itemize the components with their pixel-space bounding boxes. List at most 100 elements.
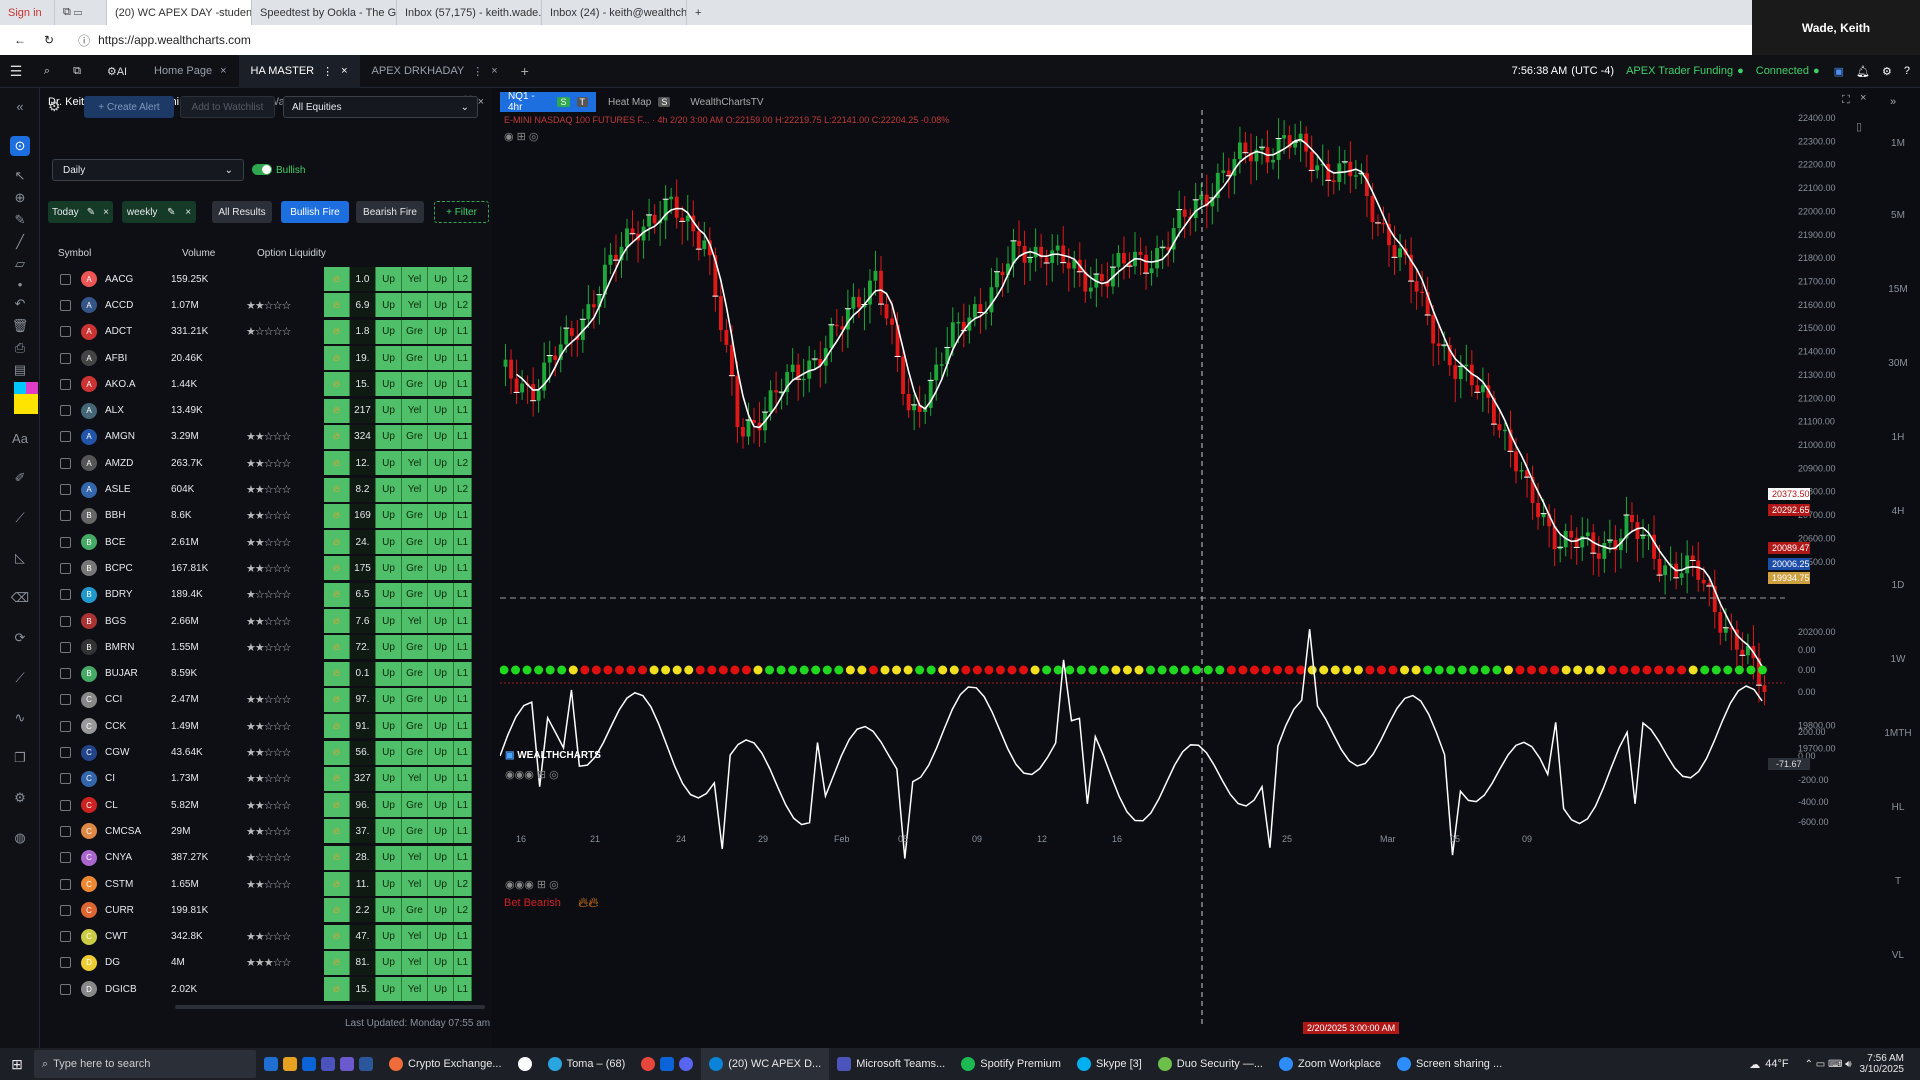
table-row[interactable]: C CSTM 1.65M ★★☆☆☆ 🔥︎ 11. Up Yel Up L2 bbox=[40, 871, 492, 897]
eraser-icon[interactable]: ⌫ bbox=[10, 588, 30, 608]
row-checkbox[interactable] bbox=[60, 931, 71, 943]
symbol-cell[interactable]: CL bbox=[97, 800, 171, 811]
account-name[interactable]: APEX Trader Funding bbox=[1626, 65, 1733, 77]
row-checkbox[interactable] bbox=[60, 747, 71, 759]
table-row[interactable]: B BCE 2.61M ★★☆☆☆ 🔥︎ 24. Up Gre Up L1 bbox=[40, 529, 492, 555]
reload-icon[interactable]: ↻ bbox=[44, 33, 54, 47]
symbol-cell[interactable]: CNYA bbox=[97, 852, 171, 863]
create-alert-button[interactable]: + Create Alert bbox=[84, 96, 174, 118]
panel-icon[interactable]: ▯ bbox=[1856, 120, 1862, 133]
browser-tool-icons[interactable]: ⧉ ▭ bbox=[55, 0, 107, 25]
color-swatch-cyan[interactable] bbox=[14, 382, 26, 394]
row-checkbox[interactable] bbox=[60, 694, 71, 706]
row-checkbox[interactable] bbox=[60, 510, 71, 522]
tab-apex-drkhaday[interactable]: APEX DRKHADAY ⋮ × bbox=[360, 55, 510, 88]
row-checkbox[interactable] bbox=[60, 299, 71, 311]
all-results-button[interactable]: All Results bbox=[212, 201, 272, 223]
symbol-cell[interactable]: BMRN bbox=[97, 642, 171, 653]
symbol-cell[interactable]: AMGN bbox=[97, 431, 171, 442]
row-checkbox[interactable] bbox=[60, 536, 71, 548]
symbol-cell[interactable]: ALX bbox=[97, 405, 171, 416]
settings-icon[interactable]: ⚙ bbox=[10, 788, 30, 808]
add-filter-button[interactable]: + Filter bbox=[434, 201, 489, 223]
row-checkbox[interactable] bbox=[60, 273, 71, 285]
trash-icon[interactable]: 🗑︎ bbox=[10, 316, 30, 336]
location-pin-icon[interactable]: ⊙ bbox=[10, 136, 30, 156]
brush-icon[interactable]: ✐ bbox=[10, 468, 30, 488]
symbol-cell[interactable]: CCK bbox=[97, 721, 171, 732]
chart-line-icon[interactable]: ⟋ bbox=[10, 668, 30, 688]
symbol-cell[interactable]: BBH bbox=[97, 510, 171, 521]
symbol-cell[interactable]: DGICB bbox=[97, 984, 171, 995]
line-icon[interactable]: ╱ bbox=[10, 232, 30, 252]
column-header-volume[interactable]: Volume bbox=[182, 248, 215, 259]
symbol-cell[interactable]: AKO.A bbox=[97, 379, 171, 390]
add-to-watchlist-button[interactable]: Add to Watchlist bbox=[180, 96, 275, 118]
table-row[interactable]: B BMRN 1.55M ★★☆☆☆ 🔥︎ 72. Up Gre Up L1 bbox=[40, 634, 492, 660]
taskbar-app-screen-sharing[interactable]: Screen sharing ... bbox=[1389, 1048, 1510, 1080]
table-row[interactable]: C CMCSA 29M ★★☆☆☆ 🔥︎ 37. Up Gre Up L1 bbox=[40, 818, 492, 844]
close-icon[interactable]: × bbox=[185, 207, 191, 218]
row-checkbox[interactable] bbox=[60, 641, 71, 653]
layers-icon[interactable]: ❐ bbox=[10, 748, 30, 768]
row-checkbox[interactable] bbox=[60, 615, 71, 627]
ruler-icon[interactable]: ▱ bbox=[10, 254, 30, 274]
table-row[interactable]: A AACG 159.25K 🔥︎ 1.0 Up Yel Up L2 bbox=[40, 266, 492, 292]
close-icon[interactable]: × bbox=[341, 65, 347, 77]
timeframe-hl[interactable]: HL bbox=[1878, 802, 1918, 813]
add-tab-icon[interactable]: + bbox=[510, 63, 540, 79]
gear-icon[interactable]: ⚙ bbox=[1882, 65, 1892, 78]
symbol-cell[interactable]: AACG bbox=[97, 274, 171, 285]
scanner-gear-icon[interactable]: ⚙ bbox=[48, 98, 61, 115]
table-row[interactable]: C CGW 43.64K ★★☆☆☆ 🔥︎ 56. Up Gre Up L1 bbox=[40, 739, 492, 765]
taskbar-pinned-icons[interactable] bbox=[256, 1048, 381, 1080]
table-row[interactable]: C CCK 1.49M ★★☆☆☆ 🔥︎ 91. Up Gre Up L1 bbox=[40, 713, 492, 739]
close-icon[interactable]: × bbox=[103, 207, 109, 218]
table-row[interactable]: A ASLE 604K ★★☆☆☆ 🔥︎ 8.2 Up Yel Up L2 bbox=[40, 476, 492, 502]
row-checkbox[interactable] bbox=[60, 773, 71, 785]
symbol-cell[interactable]: AFBI bbox=[97, 353, 171, 364]
taskbar-app-apex[interactable]: (20) WC APEX D... bbox=[701, 1048, 830, 1080]
filter-chip-today[interactable]: Today ✎ × bbox=[48, 201, 113, 223]
row-checkbox[interactable] bbox=[60, 562, 71, 574]
table-row[interactable]: C CWT 342.8K ★★☆☆☆ 🔥︎ 47. Up Yel Up L1 bbox=[40, 924, 492, 950]
timeframe-1mth[interactable]: 1MTH bbox=[1878, 728, 1918, 739]
filter-chip-weekly[interactable]: weekly ✎ × bbox=[122, 201, 196, 223]
save-icon[interactable]: ▣ bbox=[1834, 65, 1844, 78]
row-checkbox[interactable] bbox=[60, 720, 71, 732]
color-swatch-magenta[interactable] bbox=[26, 382, 38, 394]
table-row[interactable]: B BDRY 189.4K ★☆☆☆☆ 🔥︎ 6.5 Up Gre Up L1 bbox=[40, 582, 492, 608]
taskbar-search-input[interactable]: ⌕ Type here to search bbox=[34, 1050, 256, 1078]
symbol-cell[interactable]: AMZD bbox=[97, 458, 171, 469]
taskbar-app-toma[interactable]: Toma – (68) bbox=[540, 1048, 634, 1080]
dot-icon[interactable]: • bbox=[10, 274, 30, 294]
color-swatch-yellow[interactable] bbox=[14, 394, 38, 414]
timeframe-select[interactable]: Daily ⌄ bbox=[52, 159, 244, 181]
browser-tab-apex[interactable]: (20) WC APEX DAY -students - W× bbox=[107, 0, 252, 25]
table-row[interactable]: B BGS 2.66M ★★☆☆☆ 🔥︎ 7.6 Up Yel Up L1 bbox=[40, 608, 492, 634]
row-checkbox[interactable] bbox=[60, 983, 71, 995]
crosshair-icon[interactable]: ⊕ bbox=[10, 188, 30, 208]
universe-select[interactable]: All Equities ⌄ bbox=[283, 96, 478, 118]
row-checkbox[interactable] bbox=[60, 825, 71, 837]
globe-icon[interactable]: ◍ bbox=[10, 828, 30, 848]
row-checkbox[interactable] bbox=[60, 589, 71, 601]
symbol-cell[interactable]: CCI bbox=[97, 694, 171, 705]
new-tab-icon[interactable]: + bbox=[687, 0, 715, 25]
bearish-fire-button[interactable]: Bearish Fire bbox=[356, 201, 424, 223]
cursor-icon[interactable]: ↖ bbox=[10, 166, 30, 186]
collapse-icon[interactable]: « bbox=[10, 96, 30, 116]
symbol-cell[interactable]: CSTM bbox=[97, 879, 171, 890]
table-row[interactable]: D DGICB 2.02K 🔥︎ 15. Up Yel Up L1 bbox=[40, 976, 492, 1002]
row-checkbox[interactable] bbox=[60, 431, 71, 443]
close-icon[interactable]: × bbox=[478, 96, 484, 108]
column-header-symbol[interactable]: Symbol bbox=[58, 248, 91, 259]
bullish-toggle[interactable] bbox=[252, 164, 272, 175]
row-checkbox[interactable] bbox=[60, 957, 71, 969]
windows-start-icon[interactable]: ⊞ bbox=[0, 1048, 34, 1080]
table-row[interactable]: D DG 4M ★★★☆☆ 🔥︎ 81. Up Yel Up L1 bbox=[40, 950, 492, 976]
bell-icon[interactable]: 🔔︎ bbox=[1856, 65, 1870, 78]
timeframe-1h[interactable]: 1H bbox=[1878, 432, 1918, 443]
browser-tab-speedtest[interactable]: Speedtest by Ookla - The Global× bbox=[252, 0, 397, 25]
table-row[interactable]: A AMGN 3.29M ★★☆☆☆ 🔥︎ 324 Up Gre Up L1 bbox=[40, 424, 492, 450]
